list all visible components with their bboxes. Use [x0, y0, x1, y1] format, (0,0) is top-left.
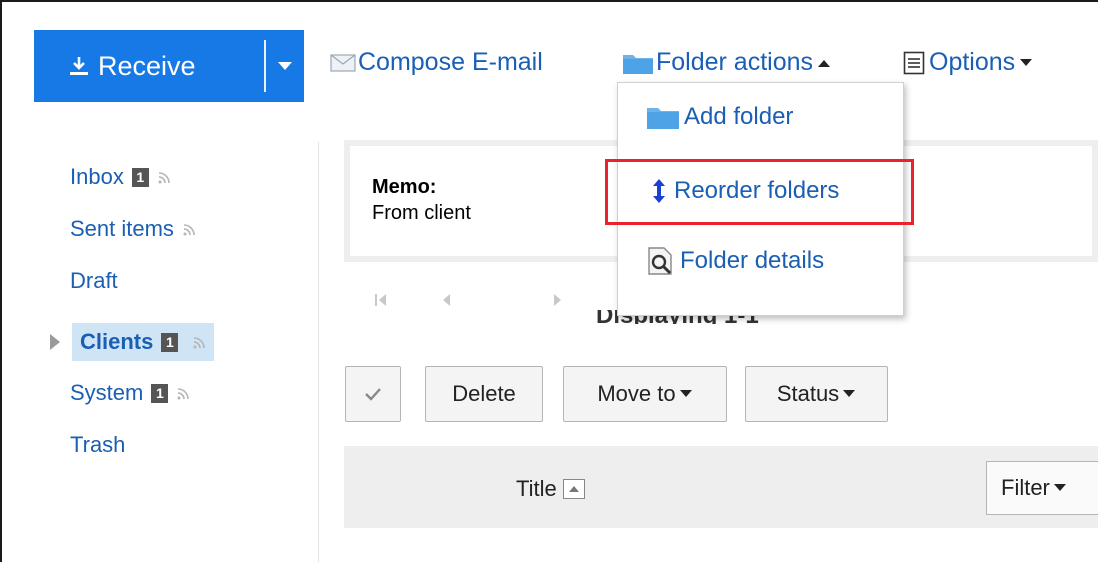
chevron-down-icon: [278, 62, 292, 70]
receive-button[interactable]: Receive: [34, 30, 264, 102]
memo-text: From client: [372, 202, 471, 224]
unread-count-badge: 1: [131, 167, 149, 187]
chevron-up-icon: [818, 59, 831, 67]
folder-icon: [647, 108, 679, 129]
sidebar-item-inbox[interactable]: Inbox 1: [70, 164, 171, 190]
move-to-label: Move to: [597, 381, 676, 406]
unread-count-badge: 1: [161, 332, 179, 352]
delete-button[interactable]: Delete: [425, 366, 543, 422]
download-icon: [70, 57, 88, 75]
folder-actions-label: Folder actions: [656, 48, 814, 76]
previous-page-icon[interactable]: [440, 292, 452, 308]
chevron-down-icon: [1020, 58, 1033, 66]
sidebar-item-trash[interactable]: Trash: [70, 432, 125, 458]
receive-label: Receive: [98, 50, 196, 81]
folder-details-menu-item[interactable]: Folder details: [646, 247, 931, 275]
sidebar-item-system[interactable]: System 1: [70, 380, 190, 406]
options-menu[interactable]: Options: [903, 48, 1033, 77]
table-header: [344, 446, 1098, 528]
sidebar-item-draft[interactable]: Draft: [70, 268, 118, 294]
folder-details-icon: [648, 247, 672, 275]
move-to-button[interactable]: Move to: [563, 366, 727, 422]
list-icon: [903, 51, 925, 74]
sidebar-item-label: Draft: [70, 268, 118, 293]
status-button[interactable]: Status: [745, 366, 888, 422]
nav-divider: [318, 142, 319, 562]
title-column-label: Title: [516, 476, 557, 501]
chevron-down-icon: [1053, 484, 1066, 491]
sidebar-item-label: Sent items: [70, 216, 174, 241]
next-page-icon[interactable]: [552, 292, 564, 308]
memo-title: Memo:: [372, 176, 437, 198]
first-page-icon[interactable]: [374, 292, 388, 308]
sidebar-item-clients[interactable]: Clients 1: [72, 323, 215, 361]
envelope-icon: [330, 53, 356, 72]
receive-split-button: Receive: [34, 30, 304, 102]
sidebar-item-label: System: [70, 380, 144, 405]
sidebar-item-label: Clients: [80, 329, 154, 354]
rss-icon: [177, 388, 190, 400]
compose-email-label: Compose E-mail: [358, 48, 543, 76]
frame-top-border: [0, 0, 1098, 2]
chevron-down-icon: [843, 390, 856, 397]
filter-button[interactable]: Filter: [986, 461, 1098, 515]
sidebar-item-sent-items[interactable]: Sent items: [70, 216, 196, 242]
select-all-button[interactable]: [345, 366, 401, 422]
add-folder-menu-item[interactable]: Add folder: [646, 103, 931, 131]
rss-icon: [158, 172, 170, 184]
title-column-header[interactable]: Title: [516, 476, 585, 502]
folder-details-label: Folder details: [680, 247, 825, 274]
sidebar-item-label: Trash: [70, 432, 126, 457]
rss-icon: [183, 224, 195, 236]
folder-icon: [623, 54, 653, 74]
frame-left-border: [0, 0, 2, 562]
folder-actions-menu[interactable]: Folder actions: [622, 48, 831, 77]
status-label: Status: [776, 381, 840, 406]
checkmark-icon: [365, 388, 381, 401]
sidebar-item-label: Inbox: [70, 164, 124, 189]
expand-arrow-icon[interactable]: [50, 334, 60, 350]
receive-separator: [264, 40, 266, 92]
receive-dropdown-button[interactable]: [266, 30, 304, 102]
unread-count-badge: 1: [151, 383, 169, 403]
add-folder-label: Add folder: [684, 103, 794, 130]
chevron-down-icon: [679, 390, 692, 397]
rss-icon: [193, 337, 206, 349]
table-row: [344, 552, 744, 562]
sort-ascending-icon[interactable]: [562, 479, 585, 499]
highlight-annotation: [605, 159, 914, 225]
filter-label: Filter: [1001, 475, 1050, 500]
options-label: Options: [929, 48, 1016, 76]
compose-email-link[interactable]: Compose E-mail: [330, 48, 543, 77]
